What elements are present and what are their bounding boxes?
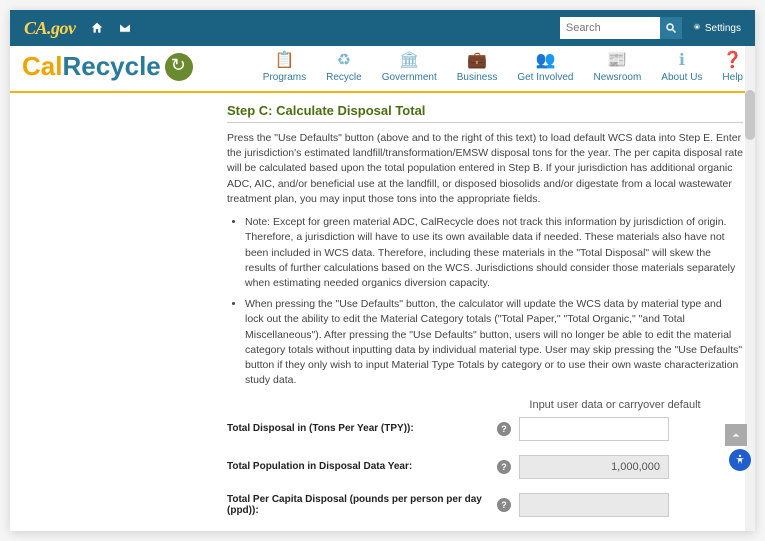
row-total-population: Total Population in Disposal Data Year: …: [227, 455, 743, 479]
back-to-top-button[interactable]: [725, 424, 747, 446]
utility-left: CA.gov: [24, 18, 132, 39]
settings-link[interactable]: Settings: [692, 22, 741, 35]
info-icon: ℹ: [679, 50, 685, 70]
envelope-icon[interactable]: [118, 21, 132, 35]
nav-business[interactable]: 💼 Business: [457, 50, 498, 83]
nav-about-us[interactable]: ℹ About Us: [661, 50, 702, 83]
main-content: Step C: Calculate Disposal Total Press t…: [10, 93, 755, 531]
settings-label: Settings: [705, 23, 741, 34]
note-2: When pressing the "Use Defaults" button,…: [245, 297, 743, 388]
gear-icon: [692, 22, 702, 35]
nav-programs[interactable]: 📋 Programs: [263, 50, 306, 83]
content-inner: Step C: Calculate Disposal Total Press t…: [227, 103, 743, 531]
step-c-title: Step C: Calculate Disposal Total: [227, 103, 743, 123]
utility-bar: CA.gov Settings: [10, 10, 755, 46]
search-group: [560, 17, 682, 39]
row-per-capita: Total Per Capita Disposal (pounds per pe…: [227, 493, 743, 517]
users-icon: 👥: [535, 50, 555, 70]
step-c-notes: Note: Except for green material ADC, Cal…: [227, 215, 743, 388]
header: CalRecycle 📋Programs ♻Recycle 🏛Governmen…: [10, 46, 755, 93]
search-button[interactable]: [660, 17, 682, 39]
row-total-disposal: Total Disposal in (Tons Per Year (TPY)):…: [227, 417, 743, 441]
logo-recycle: Recycle: [62, 51, 160, 81]
label-total-population: Total Population in Disposal Data Year:: [227, 461, 497, 472]
nav-label: Help: [722, 72, 743, 83]
input-total-population: [519, 455, 669, 479]
nav-label: Newsroom: [593, 72, 641, 83]
capitol-icon: 🏛: [399, 50, 419, 70]
label-total-disposal: Total Disposal in (Tons Per Year (TPY)):: [227, 423, 497, 434]
label-per-capita: Total Per Capita Disposal (pounds per pe…: [227, 494, 497, 516]
nav-label: Business: [457, 72, 498, 83]
input-total-disposal[interactable]: [519, 417, 669, 441]
nav-label: Programs: [263, 72, 306, 83]
cagov-logo[interactable]: CA.gov: [24, 18, 76, 39]
nav-government[interactable]: 🏛 Government: [382, 50, 437, 83]
question-icon: ❓: [723, 50, 743, 70]
recycle-icon: ♻: [337, 50, 351, 70]
nav-recycle[interactable]: ♻ Recycle: [326, 50, 362, 83]
input-organic-adc[interactable]: [519, 531, 669, 532]
logo-cal: Cal: [22, 51, 62, 81]
help-icon[interactable]: ?: [497, 498, 511, 512]
logo-mark-icon: [165, 53, 193, 81]
help-icon[interactable]: ?: [497, 422, 511, 436]
accessibility-icon[interactable]: [729, 449, 751, 471]
nav-label: Government: [382, 72, 437, 83]
nav-label: Get Involved: [517, 72, 573, 83]
main-nav: 📋 Programs ♻ Recycle 🏛 Government 💼 Business…: [263, 50, 743, 83]
nav-newsroom[interactable]: 📰 Newsroom: [593, 50, 641, 83]
news-icon: 📰: [607, 50, 627, 70]
help-icon[interactable]: ?: [497, 460, 511, 474]
nav-get-involved[interactable]: 👥 Get Involved: [517, 50, 573, 83]
inputs-column-header: Input user data or carryover default: [487, 399, 743, 411]
search-input[interactable]: [560, 17, 660, 39]
nav-label: About Us: [661, 72, 702, 83]
step-c-para1: Press the "Use Defaults" button (above a…: [227, 131, 743, 207]
utility-right: Settings: [560, 17, 741, 39]
home-icon[interactable]: [90, 21, 104, 35]
row-organic-adc: Total Organic Material ADC/AIC Disposal …: [227, 531, 743, 532]
note-1: Note: Except for green material ADC, Cal…: [245, 215, 743, 291]
page-wrapper: CA.gov Settings: [10, 10, 755, 531]
nav-help[interactable]: ❓ Help: [722, 50, 743, 83]
nav-label: Recycle: [326, 72, 362, 83]
input-per-capita: [519, 493, 669, 517]
clipboard-icon: 📋: [275, 50, 295, 70]
briefcase-icon: 💼: [467, 50, 487, 70]
site-logo[interactable]: CalRecycle: [22, 51, 193, 82]
